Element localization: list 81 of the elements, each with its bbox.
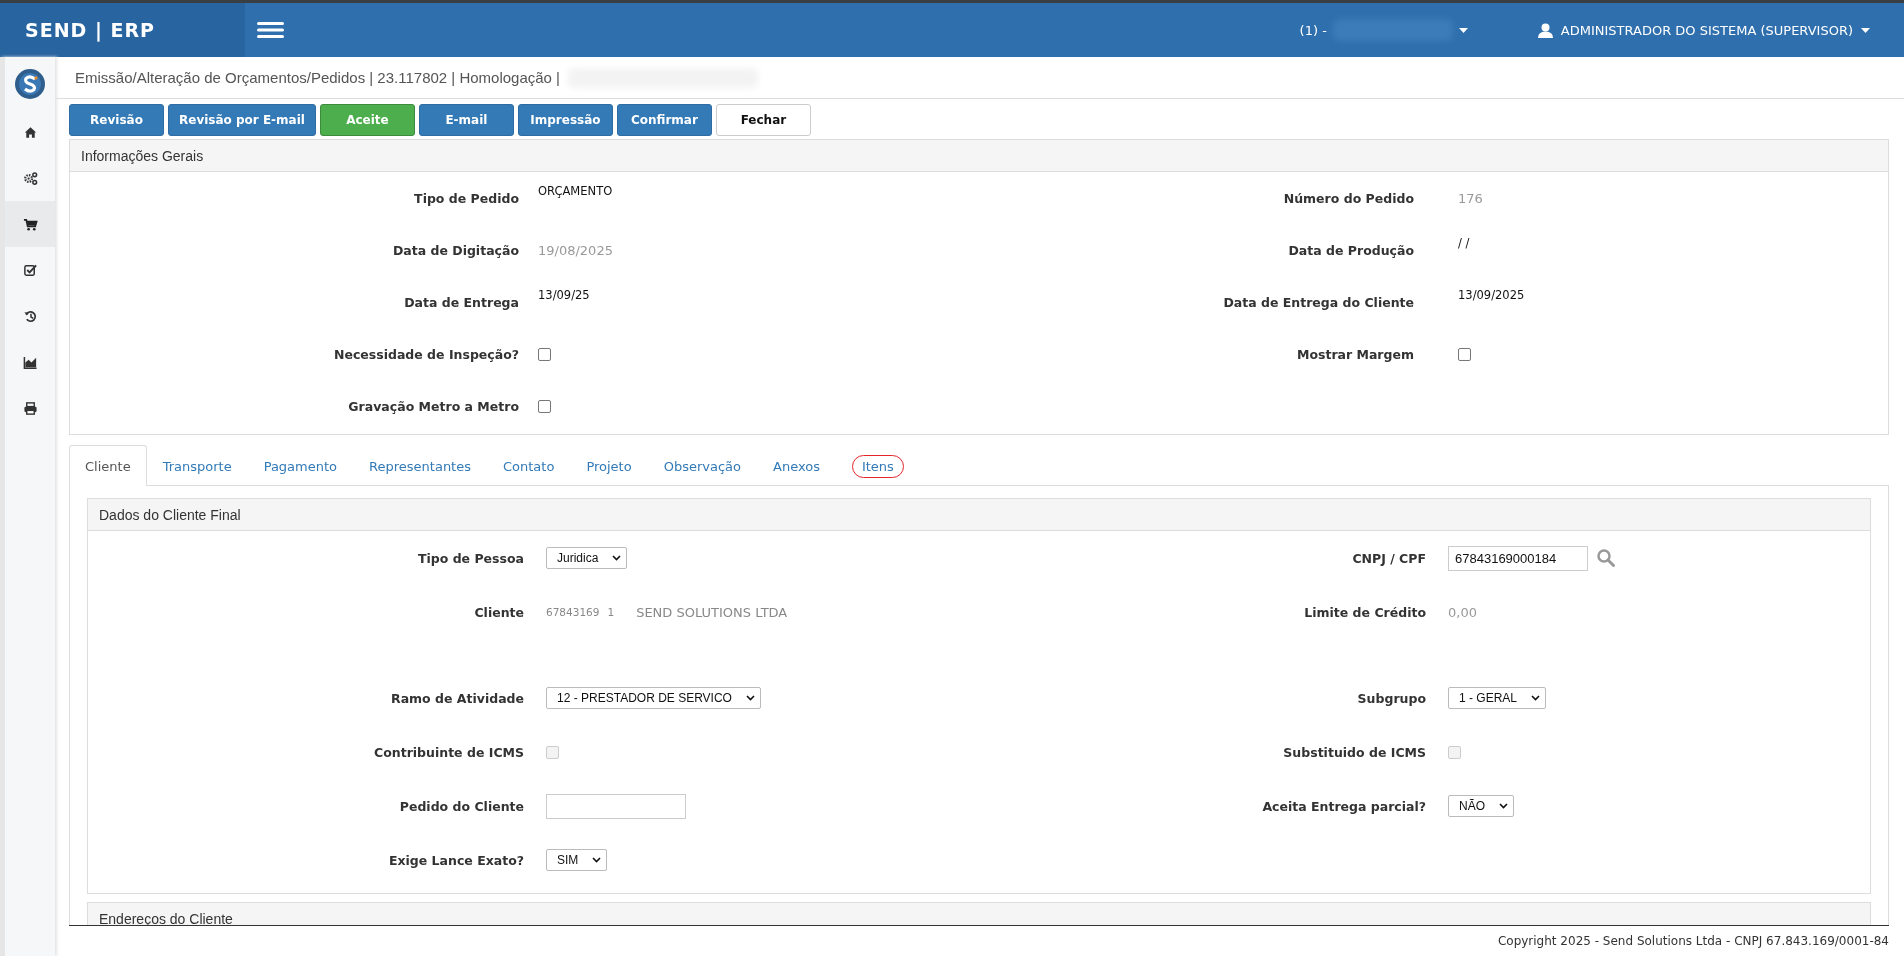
- chevron-icon: [745, 695, 755, 701]
- field-label: Data de Entrega: [404, 294, 519, 310]
- action-button[interactable]: Fechar: [715, 104, 811, 136]
- select-field[interactable]: 12 - PRESTADOR DE SERVICO: [546, 687, 761, 709]
- field-value: 0,00: [1448, 604, 1477, 620]
- field-label: Pedido do Cliente: [399, 798, 524, 814]
- client-name: SEND SOLUTIONS LTDA: [636, 604, 788, 620]
- field-label: CNPJ / CPF: [1352, 550, 1426, 566]
- tab[interactable]: Representantes: [353, 445, 487, 486]
- field-label: Contribuinte de ICMS: [374, 744, 524, 760]
- field-label: Gravação Metro a Metro: [348, 398, 519, 414]
- field-label: Limite de Crédito: [1304, 604, 1426, 620]
- field-label: Tipo de Pessoa: [417, 550, 524, 566]
- field-value: 19/08/2025: [538, 242, 613, 258]
- field-value: 13/09/2025: [1458, 288, 1525, 302]
- client-branch: 1: [607, 606, 615, 618]
- field-label: Data de Produção: [1288, 242, 1414, 258]
- field-value: / /: [1458, 236, 1470, 250]
- client-code: 67843169: [546, 606, 600, 618]
- chevron-icon: [592, 857, 602, 863]
- select-field[interactable]: Juridica: [546, 547, 628, 569]
- field-label: Número do Pedido: [1283, 190, 1414, 206]
- caret-icon[interactable]: [1458, 27, 1468, 33]
- logo-icon: [15, 69, 45, 99]
- field-value: 176: [1458, 190, 1483, 206]
- field-label: Tipo de Pedido: [414, 190, 519, 206]
- select-field[interactable]: 1 - GERAL: [1448, 687, 1547, 709]
- home-icon: [22, 124, 38, 140]
- page-title: Emissão/Alteração de Orçamentos/Pedidos | 23.117802 | Homologação |: [75, 69, 561, 86]
- field-label: Necessidade de Inspeção?: [333, 346, 519, 362]
- action-button[interactable]: Impressão: [517, 104, 613, 136]
- field-label: Data de Entrega do Cliente: [1223, 294, 1414, 310]
- checkbox[interactable]: [1458, 347, 1471, 361]
- action-button[interactable]: Revisão por E-mail: [168, 104, 316, 136]
- select-field[interactable]: NÃO: [1448, 795, 1514, 817]
- caret-icon[interactable]: [1861, 27, 1870, 33]
- field-label: Cliente: [474, 604, 524, 620]
- tab[interactable]: Contato: [487, 445, 571, 486]
- field-value: 13/09/25: [538, 288, 590, 302]
- field-label: Exige Lance Exato?: [388, 852, 524, 868]
- field-label: Data de Digitação: [392, 242, 519, 258]
- action-button[interactable]: Aceite: [319, 104, 415, 136]
- panel-title: Informações Gerais: [81, 147, 204, 164]
- chevron-icon: [1531, 695, 1541, 701]
- tab[interactable]: Transporte: [146, 445, 248, 486]
- chevron-icon: [612, 555, 622, 561]
- checkbox[interactable]: [538, 347, 551, 361]
- chart-icon: [22, 354, 38, 370]
- tab[interactable]: Projeto: [570, 445, 648, 486]
- tab[interactable]: Cliente: [69, 445, 147, 486]
- panel-title: Dados do Cliente Final: [99, 506, 241, 523]
- checkbox[interactable]: [538, 399, 551, 413]
- history-icon: [22, 308, 38, 324]
- menu-icon[interactable]: [257, 21, 284, 39]
- field-label: Mostrar Margem: [1296, 346, 1414, 362]
- tab[interactable]: Pagamento: [247, 445, 354, 486]
- input-field[interactable]: 67843169000184: [1448, 545, 1588, 571]
- copyright-text: Copyright 2025 - Send Solutions Ltda - CNPJ 67.843.169/0001-84: [1497, 934, 1889, 948]
- field-value: ORÇAMENTO: [538, 184, 613, 198]
- cart-icon: [22, 216, 38, 232]
- company-selector[interactable]: (1) -: [1299, 22, 1327, 38]
- field-label: Subgrupo: [1357, 690, 1426, 706]
- search-icon[interactable]: [1596, 548, 1616, 568]
- print-icon: [22, 400, 38, 416]
- user-icon: [1537, 22, 1553, 38]
- action-button[interactable]: Confirmar: [616, 104, 712, 136]
- tab[interactable]: Anexos: [757, 445, 836, 486]
- field-label: Ramo de Atividade: [391, 690, 524, 706]
- chevron-icon: [1499, 803, 1508, 809]
- action-button[interactable]: E-mail: [418, 104, 514, 136]
- input-field[interactable]: [546, 793, 686, 819]
- action-button[interactable]: Revisão: [69, 104, 164, 136]
- tab[interactable]: Itens: [835, 445, 920, 486]
- user-menu[interactable]: ADMINISTRADOR DO SISTEMA (SUPERVISOR): [1560, 22, 1853, 38]
- tab[interactable]: Observação: [647, 445, 757, 486]
- field-label: Substituido de ICMS: [1283, 744, 1426, 760]
- select-field[interactable]: SIM: [546, 849, 608, 871]
- sidebar-item[interactable]: [5, 201, 55, 247]
- check-icon: [22, 262, 38, 278]
- field-label: Aceita Entrega parcial?: [1262, 798, 1426, 814]
- gears-icon: [22, 170, 38, 186]
